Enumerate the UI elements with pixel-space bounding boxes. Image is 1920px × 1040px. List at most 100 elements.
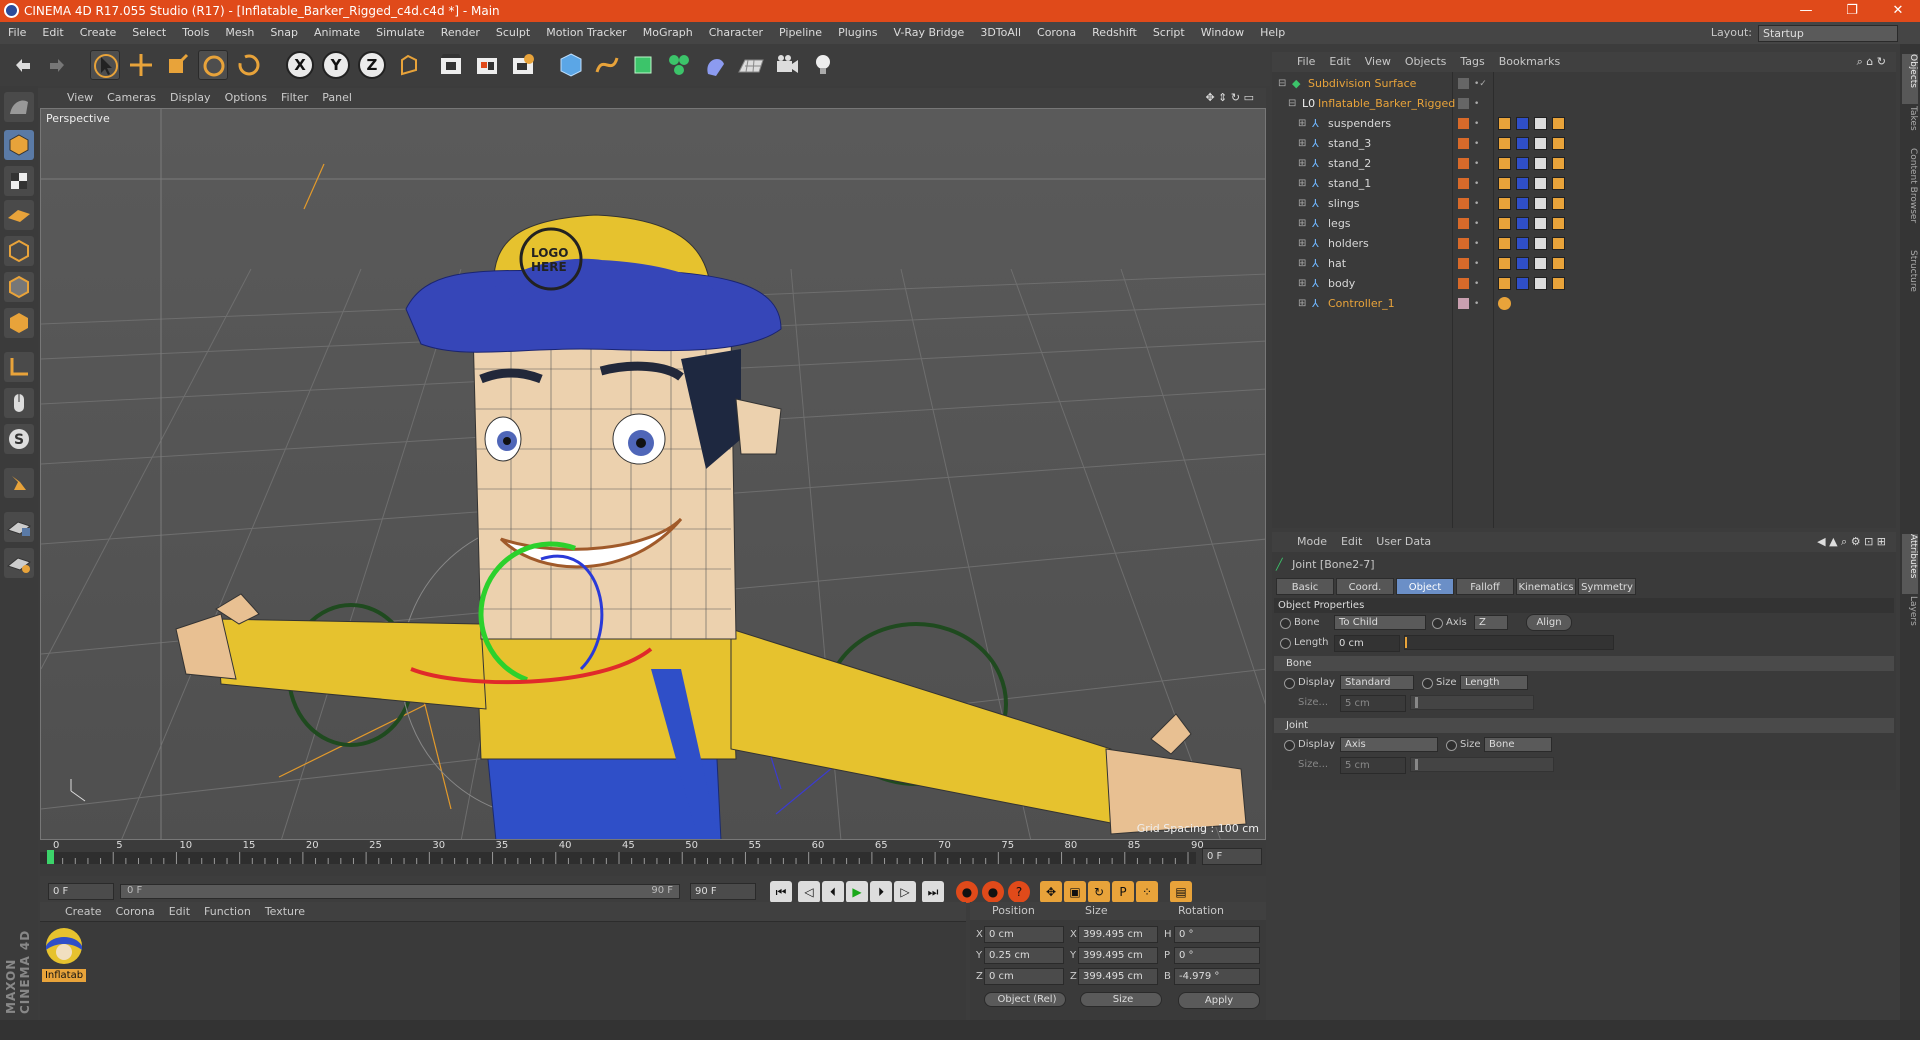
length-field[interactable]: 0 cm xyxy=(1334,635,1400,652)
menu-edit[interactable]: Edit xyxy=(34,22,71,44)
render-view-icon[interactable] xyxy=(436,50,466,80)
material-menu-corona[interactable]: Corona xyxy=(109,902,162,922)
expand-toggle-icon[interactable]: ⊞ xyxy=(1298,174,1306,194)
current-frame-field[interactable]: 0 F xyxy=(1202,848,1262,865)
length-radio[interactable] xyxy=(1280,638,1291,649)
menu-animate[interactable]: Animate xyxy=(306,22,368,44)
material-tag-icon[interactable] xyxy=(1516,137,1529,150)
rotation-field[interactable]: 0 ° xyxy=(1174,947,1260,964)
bone-dropdown[interactable]: To Child xyxy=(1334,615,1426,630)
object-menu-tags[interactable]: Tags xyxy=(1453,52,1491,72)
visibility-dots-icon[interactable]: • xyxy=(1474,94,1479,114)
menu-plugins[interactable]: Plugins xyxy=(830,22,885,44)
object-menu-edit[interactable]: Edit xyxy=(1322,52,1357,72)
tab-coord[interactable]: Coord. xyxy=(1336,578,1394,595)
tab-basic[interactable]: Basic xyxy=(1276,578,1334,595)
menu-corona[interactable]: Corona xyxy=(1029,22,1084,44)
texture-tag-icon[interactable] xyxy=(1534,177,1547,190)
weight-tag-icon[interactable] xyxy=(1498,257,1511,270)
layer-color-swatch[interactable] xyxy=(1458,178,1469,189)
expand-toggle-icon[interactable]: ⊞ xyxy=(1298,294,1306,314)
coordinate-mode-dropdown[interactable]: Object (Rel) xyxy=(984,992,1066,1007)
menu-file[interactable]: File xyxy=(0,22,34,44)
viewport-menu-options[interactable]: Options xyxy=(218,88,274,108)
texture-tag-icon[interactable] xyxy=(1534,257,1547,270)
viewport-nav-icons[interactable]: ✥ ⇕ ↻ ▭ xyxy=(1205,88,1254,108)
weight-tag-icon[interactable] xyxy=(1498,277,1511,290)
texture-tag-icon[interactable] xyxy=(1534,237,1547,250)
layer-color-swatch[interactable] xyxy=(1458,78,1469,89)
size-field[interactable]: 399.495 cm xyxy=(1078,947,1158,964)
play-forward-icon[interactable]: ▶ xyxy=(846,881,868,903)
weight-tag-icon[interactable] xyxy=(1498,217,1511,230)
lock-workplane-icon[interactable] xyxy=(4,512,34,542)
expand-toggle-icon[interactable]: ⊞ xyxy=(1298,114,1306,134)
menu-script[interactable]: Script xyxy=(1145,22,1193,44)
visibility-dots-icon[interactable]: • xyxy=(1474,174,1479,194)
deformer-icon[interactable] xyxy=(700,50,730,80)
ik-tag-icon[interactable] xyxy=(1552,177,1565,190)
layer-color-swatch[interactable] xyxy=(1458,198,1469,209)
bone-size-radio[interactable] xyxy=(1422,678,1433,689)
tab-content-browser[interactable]: Content Browser xyxy=(1902,148,1918,248)
object-name[interactable]: hat xyxy=(1328,254,1346,274)
autokey-icon[interactable]: ● xyxy=(982,881,1004,903)
menu-motion-tracker[interactable]: Motion Tracker xyxy=(538,22,634,44)
viewport-menu-view[interactable]: View xyxy=(60,88,100,108)
tab-takes[interactable]: Takes xyxy=(1902,106,1918,146)
y-axis-lock-button[interactable]: Y xyxy=(322,51,350,79)
layer-color-swatch[interactable] xyxy=(1458,258,1469,269)
cloner-icon[interactable] xyxy=(664,50,694,80)
render-region-icon[interactable] xyxy=(472,50,502,80)
joint-display-dropdown[interactable]: Axis xyxy=(1340,737,1438,752)
camera-object-icon[interactable] xyxy=(772,50,802,80)
polygons-mode-icon[interactable] xyxy=(4,308,34,338)
expand-toggle-icon[interactable]: ⊞ xyxy=(1298,214,1306,234)
object-row[interactable]: ⊞ ⅄ legs • xyxy=(1272,214,1896,234)
material-swatch[interactable]: Inflatab xyxy=(42,926,86,982)
object-name[interactable]: holders xyxy=(1328,234,1369,254)
texture-tag-icon[interactable] xyxy=(1534,277,1547,290)
menu-mesh[interactable]: Mesh xyxy=(217,22,262,44)
texture-tag-icon[interactable] xyxy=(1534,137,1547,150)
menu-character[interactable]: Character xyxy=(701,22,771,44)
tab-structure[interactable]: Structure xyxy=(1902,250,1918,310)
weight-tag-icon[interactable] xyxy=(1498,177,1511,190)
minimize-button[interactable]: — xyxy=(1784,0,1828,22)
menu-vray-bridge[interactable]: V-Ray Bridge xyxy=(885,22,972,44)
step-forward-icon[interactable]: ⏵ xyxy=(870,881,892,903)
ik-tag-icon[interactable] xyxy=(1552,157,1565,170)
weight-tag-icon[interactable] xyxy=(1498,197,1511,210)
menu-window[interactable]: Window xyxy=(1193,22,1252,44)
object-row[interactable]: ⊟ L0 Inflatable_Barker_Rigged • xyxy=(1272,94,1896,114)
visibility-dots-icon[interactable]: • xyxy=(1474,294,1479,314)
size-field[interactable]: 399.495 cm xyxy=(1078,968,1158,985)
pen-spline-icon[interactable] xyxy=(592,50,622,80)
material-tag-icon[interactable] xyxy=(1516,197,1529,210)
material-tag-icon[interactable] xyxy=(1516,177,1529,190)
object-name[interactable]: body xyxy=(1328,274,1355,294)
menu-redshift[interactable]: Redshift xyxy=(1084,22,1145,44)
magnet-icon[interactable] xyxy=(4,468,34,498)
material-tag-icon[interactable] xyxy=(1516,217,1529,230)
key-position-icon[interactable]: ✥ xyxy=(1040,881,1062,903)
subdivision-generator-icon[interactable] xyxy=(628,50,658,80)
texture-tag-icon[interactable] xyxy=(1534,117,1547,130)
x-axis-lock-button[interactable]: X xyxy=(286,51,314,79)
object-menu-file[interactable]: File xyxy=(1290,52,1322,72)
object-name[interactable]: legs xyxy=(1328,214,1351,234)
preview-range-slider[interactable]: 0 F 90 F xyxy=(120,884,680,899)
axis-radio[interactable] xyxy=(1432,618,1443,629)
object-row[interactable]: ⊞ ⅄ stand_2 • xyxy=(1272,154,1896,174)
material-tag-icon[interactable] xyxy=(1516,157,1529,170)
attributes-menu-edit[interactable]: Edit xyxy=(1334,532,1369,552)
position-field[interactable]: 0 cm xyxy=(984,926,1064,943)
z-axis-lock-button[interactable]: Z xyxy=(358,51,386,79)
material-menu-edit[interactable]: Edit xyxy=(162,902,197,922)
axis-dropdown[interactable]: Z xyxy=(1474,615,1508,630)
move-tool-icon[interactable] xyxy=(126,50,156,80)
expand-toggle-icon[interactable]: ⊞ xyxy=(1298,194,1306,214)
edges-mode-icon[interactable] xyxy=(4,272,34,302)
expand-toggle-icon[interactable]: ⊞ xyxy=(1298,234,1306,254)
tweak-mode-icon[interactable] xyxy=(4,388,34,418)
